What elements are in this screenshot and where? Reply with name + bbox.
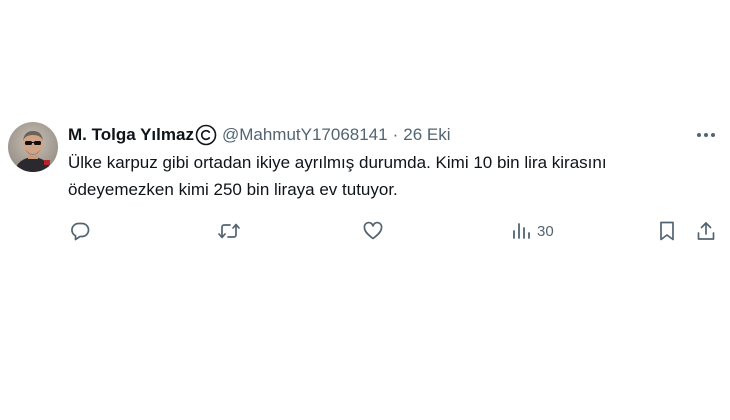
like-button[interactable]: [362, 219, 384, 243]
share-button[interactable]: [695, 219, 717, 243]
separator-dot: ·: [392, 125, 399, 144]
more-horizontal-icon[interactable]: [693, 125, 719, 145]
reply-icon: [69, 220, 91, 242]
avatar[interactable]: [8, 122, 58, 172]
tweet[interactable]: M. Tolga Yılmaz @MahmutY17068141 · 26 Ek…: [0, 115, 730, 255]
heart-icon: [362, 220, 384, 242]
share-icon: [695, 220, 717, 242]
author-name[interactable]: M. Tolga Yılmaz: [68, 125, 194, 145]
reply-button[interactable]: [69, 219, 91, 243]
bookmark-icon: [657, 220, 677, 242]
views-button[interactable]: 30: [511, 219, 554, 243]
tweet-header: M. Tolga Yılmaz @MahmutY17068141 · 26 Ek…: [68, 124, 451, 146]
tweet-text: Ülke karpuz gibi ortadan ikiye ayrılmış …: [68, 149, 718, 203]
views-count: 30: [537, 222, 554, 240]
copyright-icon: [195, 124, 217, 146]
tweet-date[interactable]: 26 Eki: [403, 125, 450, 145]
retweet-icon: [217, 220, 241, 242]
views-icon: [511, 221, 531, 241]
tweet-text-line: Ülke karpuz gibi ortadan ikiye ayrılmış …: [68, 153, 607, 172]
bookmark-button[interactable]: [657, 219, 677, 243]
tweet-text-line: ödeyemezken kimi 250 bin liraya ev tutuy…: [68, 180, 398, 199]
author-handle[interactable]: @MahmutY17068141: [222, 125, 388, 145]
retweet-button[interactable]: [217, 219, 241, 243]
